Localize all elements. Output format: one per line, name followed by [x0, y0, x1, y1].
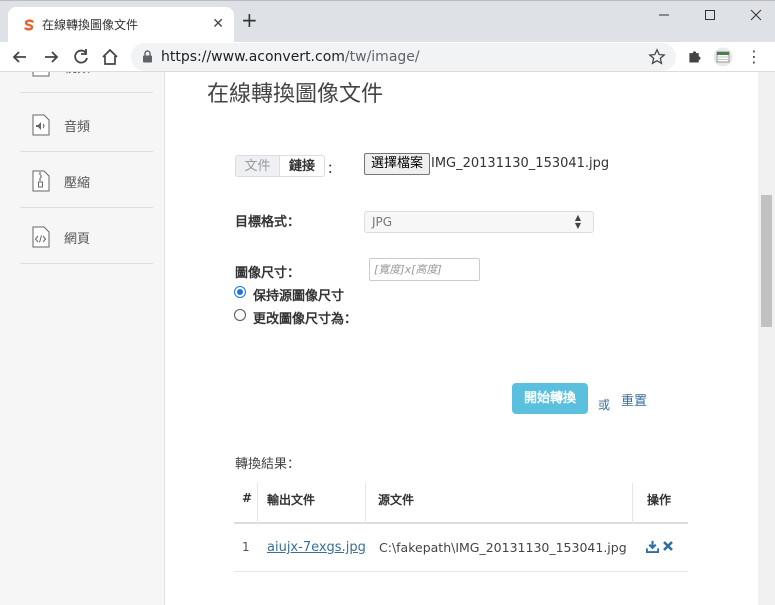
window-close-button[interactable] [733, 1, 775, 31]
radio-button-checked[interactable] [234, 286, 246, 298]
target-format-select[interactable]: JPG ▲ ▼ [364, 211, 594, 233]
bookmark-star-icon[interactable] [648, 48, 666, 66]
page-scrollbar[interactable] [758, 72, 775, 605]
aconvert-favicon-icon [22, 18, 36, 32]
url-text: https://www.aconvert.com/tw/image/ [161, 49, 420, 65]
table-header: # 輸出文件 源文件 操作 [234, 483, 688, 524]
target-format-label: 目標格式： [235, 215, 301, 230]
sidebar-item-webpage[interactable]: 網頁 [20, 209, 153, 264]
column-divider [632, 483, 633, 524]
sidebar-item-video[interactable]: 視頻 [20, 72, 153, 93]
extensions-puzzle-icon[interactable] [686, 48, 703, 65]
radio-change-label: 更改圖像尺寸為： [253, 312, 358, 327]
column-divider [365, 483, 366, 524]
target-format-value: JPG [372, 215, 393, 229]
table-row: 1 aiujx-7exgs.jpg C:\fakepath\IMG_201311… [234, 524, 688, 572]
scrollbar-thumb[interactable] [761, 195, 772, 327]
browser-menu-icon[interactable]: ⋮ [746, 47, 762, 67]
tab-title: 在線轉換圖像文件 [42, 18, 139, 32]
or-text: 或 [598, 398, 611, 412]
source-file-path: C:\fakepath\IMG_20131130_153041.jpg [379, 540, 627, 555]
forward-arrow-icon[interactable] [41, 47, 61, 67]
radio-button[interactable] [234, 309, 246, 321]
new-tab-button[interactable]: + [241, 10, 258, 30]
audio-file-icon [32, 114, 50, 136]
browser-tab[interactable]: 在線轉換圖像文件 ✕ [8, 7, 234, 43]
reload-icon[interactable] [71, 47, 91, 67]
row-index: 1 [242, 540, 250, 554]
sidebar-item-audio[interactable]: 音頻 [20, 97, 153, 152]
sidebar-item-label: 網頁 [64, 232, 91, 247]
tab-file[interactable]: 文件 [235, 155, 280, 177]
sidebar-item-archive[interactable]: 壓縮 [20, 153, 153, 208]
code-file-icon [32, 226, 50, 248]
sidebar-item-label: 視頻 [64, 72, 90, 76]
tab-link[interactable]: 鏈接 [279, 155, 325, 177]
col-header-index: # [242, 491, 253, 505]
tab-close-icon[interactable]: ✕ [212, 16, 224, 32]
sidebar-item-label: 壓縮 [64, 176, 91, 191]
output-file-link[interactable]: aiujx-7exgs.jpg [267, 540, 366, 555]
sidebar: 視頻 音頻 壓縮 網頁 [0, 72, 165, 605]
col-header-output: 輸出文件 [267, 493, 316, 507]
col-header-source: 源文件 [378, 493, 415, 507]
start-convert-button[interactable]: 開始轉換 [512, 383, 588, 414]
home-icon[interactable] [100, 47, 120, 67]
reset-link[interactable]: 重置 [621, 390, 647, 409]
address-bar[interactable]: https://www.aconvert.com/tw/image/ [131, 43, 676, 71]
delete-x-icon[interactable] [662, 540, 674, 552]
window-maximize-button[interactable] [687, 1, 733, 31]
archive-file-icon [32, 170, 50, 192]
browser-titlebar: 在線轉換圖像文件 ✕ + [0, 0, 775, 43]
results-label: 轉換結果： [235, 457, 301, 472]
download-icon[interactable] [646, 540, 659, 553]
window-minimize-button[interactable] [641, 1, 687, 31]
image-size-label: 圖像尺寸： [235, 266, 301, 281]
sidebar-item-label: 音頻 [64, 120, 91, 135]
col-header-actions: 操作 [647, 493, 672, 507]
select-updown-icon: ▲ ▼ [574, 213, 581, 230]
back-arrow-icon[interactable] [10, 47, 30, 67]
video-file-icon [32, 72, 50, 77]
browser-toolbar: https://www.aconvert.com/tw/image/ ⋮ [0, 42, 775, 72]
selected-file-name: IMG_20131130_153041.jpg [431, 156, 610, 171]
page-viewport: 視頻 音頻 壓縮 網頁 在線轉換圖像文件 [0, 72, 775, 605]
page-title: 在線轉換圖像文件 [207, 82, 384, 107]
profile-avatar-icon[interactable] [713, 47, 733, 67]
source-colon: ： [327, 162, 341, 177]
lock-icon [143, 50, 152, 63]
column-divider [257, 483, 258, 524]
image-size-input[interactable] [369, 258, 480, 281]
radio-keep-label: 保持源圖像尺寸 [253, 289, 345, 304]
choose-file-button[interactable]: 選擇檔案 [364, 153, 431, 175]
